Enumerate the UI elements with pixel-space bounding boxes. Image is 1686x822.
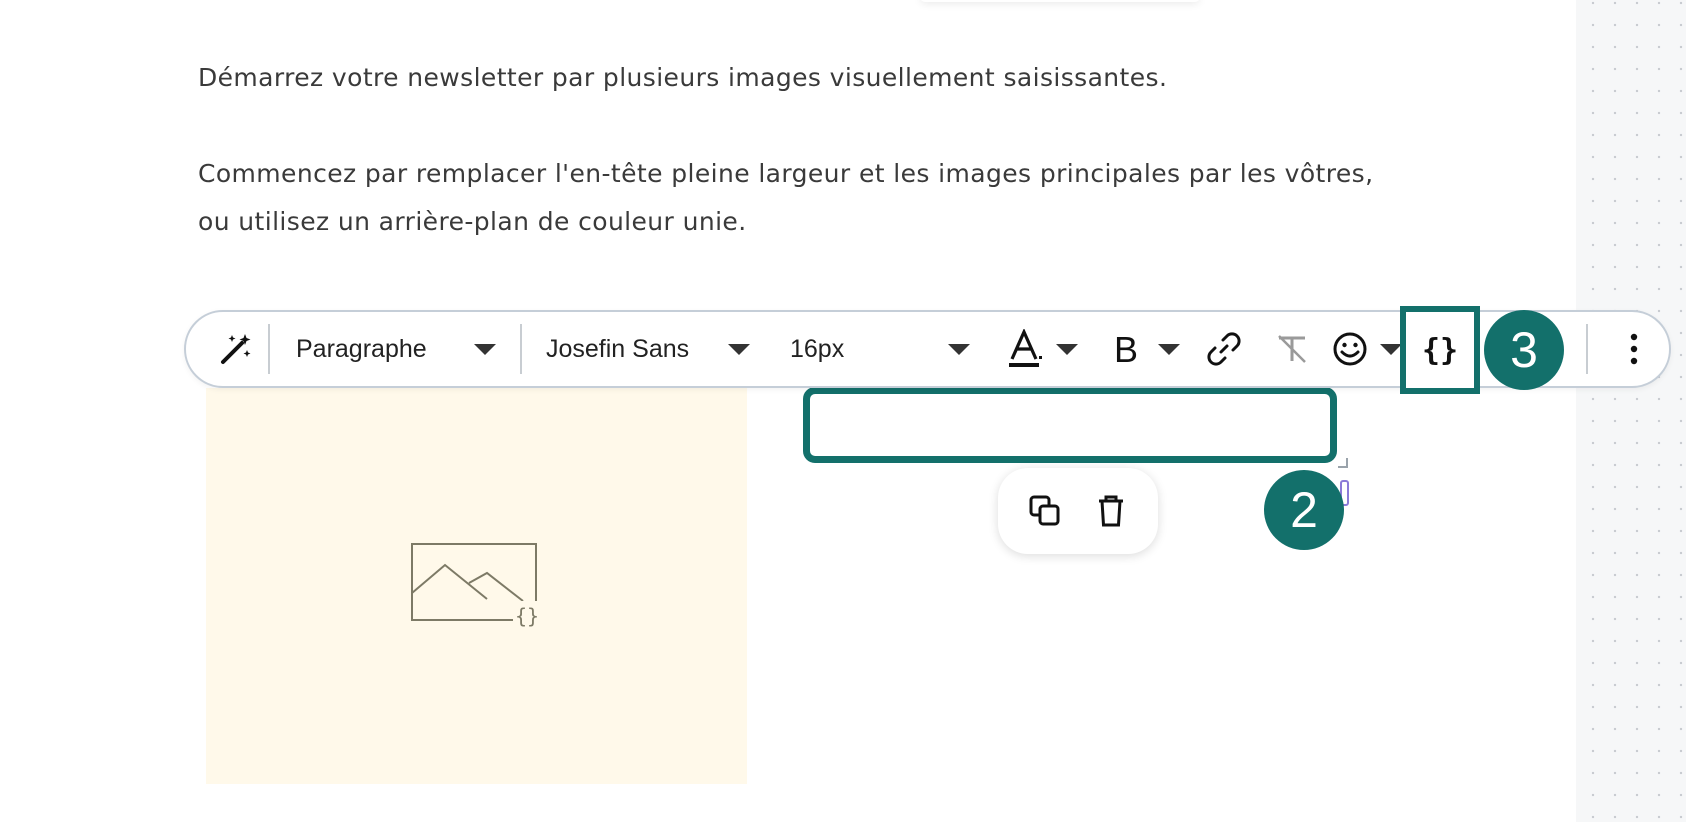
- block-type-label: Paragraphe: [296, 334, 427, 363]
- duplicate-button[interactable]: [1023, 489, 1067, 533]
- link-button[interactable]: [1200, 312, 1248, 386]
- chevron-down-icon: [474, 343, 496, 355]
- font-size-label: 16px: [790, 334, 845, 363]
- paragraph-instructions[interactable]: Commencez par remplacer l'en-tête pleine…: [198, 150, 1388, 246]
- image-placeholder-block[interactable]: {}: [206, 388, 747, 784]
- editor-canvas: Démarrez votre newsletter par plusieurs …: [0, 0, 1576, 822]
- font-family-dropdown[interactable]: Josefin Sans: [546, 312, 750, 386]
- chevron-down-icon: [1158, 343, 1180, 355]
- font-size-dropdown[interactable]: 16px: [790, 312, 970, 386]
- paragraph-intro[interactable]: Démarrez votre newsletter par plusieurs …: [198, 54, 1398, 102]
- trash-icon: [1099, 495, 1123, 527]
- duplicate-icon: [1029, 495, 1060, 526]
- text-color-icon: [1009, 329, 1042, 367]
- resize-handle[interactable]: [1338, 458, 1348, 468]
- toolbar-divider: [1586, 324, 1588, 374]
- image-variable-icon: {}: [411, 543, 545, 627]
- bold-dropdown[interactable]: B: [1112, 312, 1180, 386]
- more-vertical-icon: [1630, 333, 1638, 365]
- floating-panel-shadow: [920, 0, 1200, 2]
- text-color-dropdown[interactable]: [1008, 312, 1078, 386]
- clear-formatting-button[interactable]: [1268, 312, 1316, 386]
- emoji-dropdown[interactable]: [1332, 312, 1402, 386]
- chevron-down-icon: [1380, 343, 1402, 355]
- empty-text-block[interactable]: [803, 387, 1337, 463]
- toolbar-divider: [520, 324, 522, 374]
- link-icon: [1207, 332, 1241, 366]
- block-actions-popover: [998, 468, 1158, 554]
- delete-button[interactable]: [1089, 489, 1133, 533]
- svg-text:B: B: [1114, 331, 1138, 367]
- variable-icon: {}: [1421, 332, 1459, 368]
- more-options-button[interactable]: [1614, 312, 1654, 386]
- step-badge-3: 3: [1484, 310, 1564, 390]
- chevron-down-icon: [728, 343, 750, 355]
- insert-variable-button[interactable]: {}: [1400, 306, 1480, 394]
- dotted-side-panel: [1576, 0, 1686, 822]
- chevron-down-icon: [948, 343, 970, 355]
- magic-wand-icon: [221, 334, 251, 364]
- font-family-label: Josefin Sans: [546, 334, 690, 363]
- bold-icon: B: [1114, 331, 1138, 367]
- emoji-icon: [1333, 332, 1367, 366]
- svg-text:{}: {}: [515, 604, 539, 627]
- clear-formatting-icon: [1278, 335, 1306, 363]
- step-badge-2: 2: [1264, 470, 1344, 550]
- chevron-down-icon: [1056, 343, 1078, 355]
- toolbar-divider: [268, 324, 270, 374]
- ai-assist-button[interactable]: [212, 312, 260, 386]
- block-type-dropdown[interactable]: Paragraphe: [296, 312, 496, 386]
